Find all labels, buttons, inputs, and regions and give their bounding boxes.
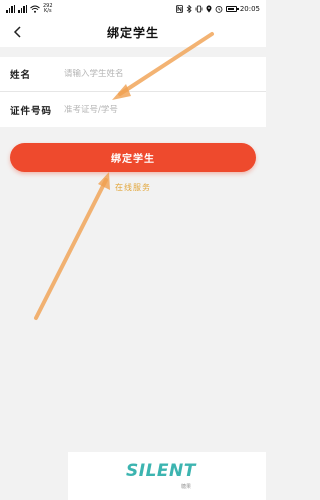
id-number-input[interactable] [64,104,266,115]
id-number-label: 证件号码 [10,105,53,117]
nav-bar: 绑定学生 [0,17,266,47]
watermark-subtext: 糖果 [181,484,192,490]
bluetooth-icon [186,4,192,13]
back-button[interactable] [8,22,28,42]
online-service-link[interactable]: 在线服务 [0,182,266,193]
cellular-signal-icon-2 [18,4,27,13]
nfc-icon [175,4,183,13]
status-left: 292 K/s [6,3,53,14]
status-right: 20:05 [175,4,260,13]
cellular-signal-icon [6,4,15,13]
network-speed: 292 K/s [43,3,53,14]
page-title: 绑定学生 [106,25,159,40]
arrow-to-bind-button [34,172,110,320]
bind-student-button[interactable]: 绑定学生 [10,143,256,172]
status-bar: 292 K/s 20:05 [0,0,266,17]
name-row: 姓名 [0,57,266,92]
vibrate-icon [195,5,203,12]
alarm-icon [215,5,223,13]
battery-icon [225,5,239,12]
student-name-input[interactable] [64,69,266,79]
id-row: 证件号码 [0,92,266,127]
location-icon [206,5,212,12]
watermark: SILENT 糖果 [68,452,266,500]
chevron-left-icon [13,26,21,38]
bind-student-form: 姓名 证件号码 [0,57,266,127]
status-time: 20:05 [239,4,260,13]
network-speed-unit: K/s [43,7,52,14]
wifi-icon [30,5,40,13]
name-label: 姓名 [10,70,32,81]
battery-fill [227,7,234,10]
watermark-logo: SILENT [126,461,196,481]
